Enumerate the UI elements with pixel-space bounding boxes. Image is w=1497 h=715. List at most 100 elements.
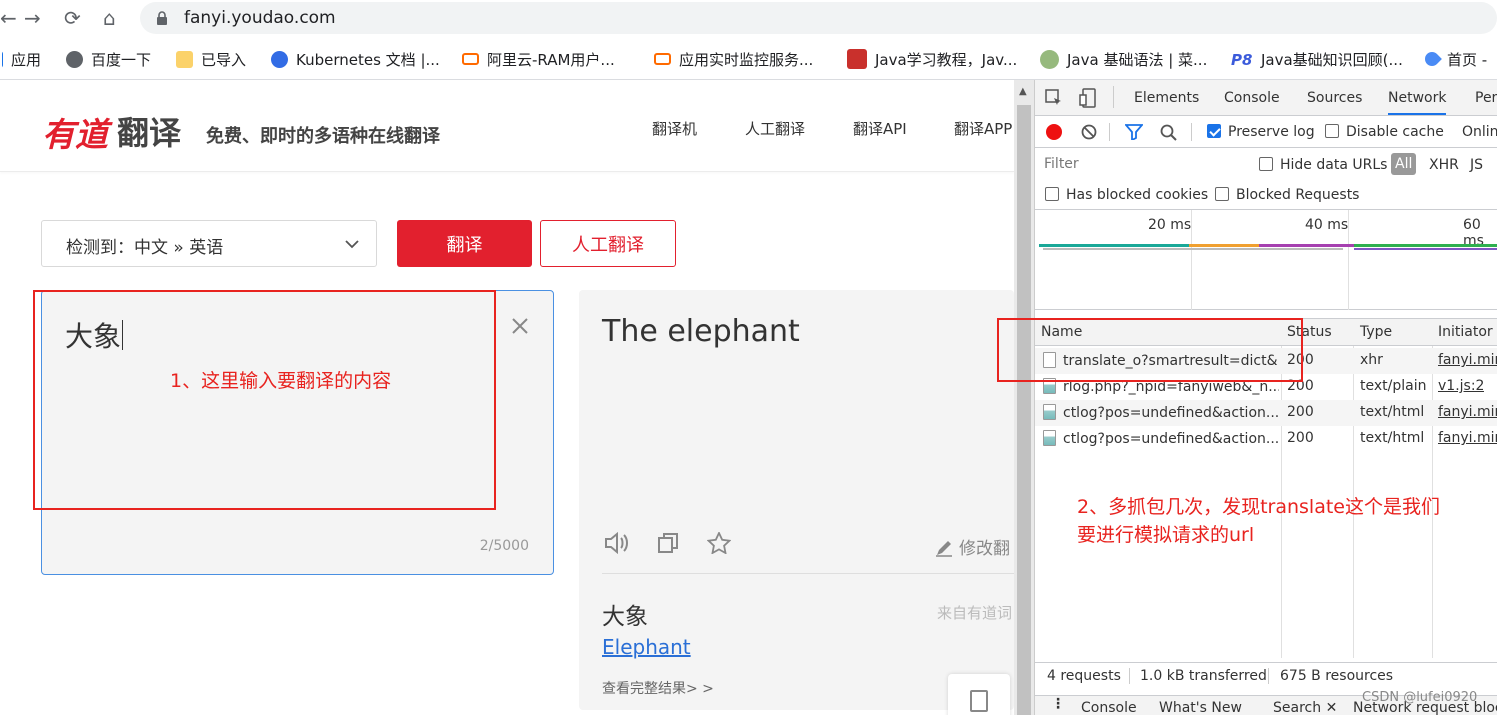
- page-scrollbar[interactable]: ▲: [1014, 80, 1034, 715]
- request-initiator[interactable]: v1.js:2: [1438, 378, 1484, 394]
- tab-elements[interactable]: Elements: [1134, 90, 1199, 106]
- close-icon[interactable]: ✕: [1326, 700, 1338, 715]
- timeline-label: 20 ms: [1148, 217, 1192, 233]
- drawer-tab-whats-new[interactable]: What's New: [1159, 700, 1242, 715]
- divider: [602, 573, 1014, 574]
- star-icon[interactable]: [707, 532, 731, 554]
- divider: [1268, 668, 1269, 684]
- record-icon[interactable]: [1046, 124, 1062, 140]
- more-options-icon[interactable]: ⋮: [1051, 696, 1065, 712]
- divider: [1129, 668, 1130, 684]
- tab-sources[interactable]: Sources: [1307, 90, 1362, 106]
- bookmark-aliyun-ram[interactable]: 阿里云-RAM用户...: [462, 48, 615, 70]
- table-row[interactable]: ctlog?pos=undefined&action... 200 text/h…: [1035, 426, 1497, 452]
- nav-translator-device[interactable]: 翻译机: [652, 118, 697, 139]
- apps-icon: [0, 50, 3, 68]
- annotation-note-2-cont: 要进行模拟请求的url: [1077, 524, 1255, 546]
- timeline-bar: [1043, 248, 1343, 250]
- request-name: ctlog?pos=undefined&action...: [1043, 404, 1279, 421]
- globe-icon: [66, 50, 83, 68]
- nav-human-translation[interactable]: 人工翻译: [745, 118, 805, 139]
- p8-icon: P8: [1231, 50, 1253, 69]
- column-type[interactable]: Type: [1360, 324, 1392, 340]
- bookmark-apps[interactable]: 应用: [0, 48, 41, 70]
- request-type: text/html: [1360, 430, 1425, 446]
- reload-icon[interactable]: ⟳: [64, 6, 81, 30]
- bookmark-java-basics[interactable]: P8 Java基础知识回顾(...: [1231, 48, 1403, 70]
- nav-translation-app[interactable]: 翻译APP: [954, 118, 1012, 139]
- timeline-bar: [1259, 244, 1354, 247]
- bookmark-kubernetes[interactable]: Kubernetes 文档 |...: [271, 48, 440, 70]
- language-select[interactable]: 检测到：中文 » 英语: [41, 220, 377, 267]
- device-toggle-icon[interactable]: [1079, 88, 1097, 108]
- bookmark-java-tutorial[interactable]: Java学习教程，Jav...: [847, 48, 1017, 70]
- forward-icon[interactable]: →: [24, 6, 41, 30]
- url-field[interactable]: fanyi.youdao.com: [140, 2, 1497, 34]
- throttling-select[interactable]: Onlin: [1462, 124, 1497, 140]
- lock-icon: [157, 11, 167, 25]
- preserve-log-checkbox[interactable]: Preserve log: [1207, 124, 1315, 140]
- search-icon[interactable]: [1160, 124, 1177, 141]
- clear-icon[interactable]: [1081, 124, 1097, 140]
- logo[interactable]: 有道: [42, 108, 108, 156]
- request-status: 200: [1287, 430, 1314, 446]
- dictionary-link[interactable]: Elephant: [602, 635, 691, 659]
- has-blocked-cookies-checkbox[interactable]: Has blocked cookies: [1045, 187, 1208, 203]
- nav-translation-api[interactable]: 翻译API: [853, 118, 907, 139]
- aliyun-icon: [462, 53, 479, 65]
- annotation-box-request: [997, 318, 1303, 382]
- translate-button[interactable]: 翻译: [397, 220, 532, 267]
- home-icon[interactable]: ⌂: [103, 6, 116, 30]
- request-initiator[interactable]: fanyi.min: [1438, 352, 1497, 368]
- blocked-requests-checkbox[interactable]: Blocked Requests: [1215, 187, 1359, 203]
- speaker-icon[interactable]: [604, 532, 630, 554]
- feedback-widget[interactable]: [948, 674, 1010, 715]
- filter-js-button[interactable]: JS: [1470, 157, 1483, 173]
- bookmark-runoob[interactable]: Java 基础语法 | 菜...: [1040, 48, 1207, 70]
- bookmark-imported[interactable]: 已导入: [176, 48, 246, 70]
- drawer-tab-console[interactable]: Console: [1081, 700, 1137, 715]
- disable-cache-checkbox[interactable]: Disable cache: [1325, 124, 1444, 140]
- scroll-up-icon[interactable]: ▲: [1019, 86, 1027, 97]
- image-icon: [1043, 404, 1056, 420]
- copy-icon[interactable]: [657, 532, 679, 554]
- aliyun-icon: [654, 53, 671, 65]
- bookmark-baidu[interactable]: 百度一下: [66, 48, 151, 70]
- bookmark-aliyun-monitor[interactable]: 应用实时监控服务...: [654, 48, 813, 70]
- dictionary-source: 来自有道词: [937, 604, 1013, 622]
- filter-icon[interactable]: [1125, 124, 1143, 140]
- edit-translation-button[interactable]: 修改翻: [935, 534, 1010, 559]
- filter-all-button[interactable]: All: [1391, 153, 1417, 175]
- bookmarks-bar: 应用 百度一下 已导入 Kubernetes 文档 |... 阿里云-RAM用户…: [0, 36, 1497, 80]
- filter-bar: Filter Hide data URLs All XHR JS: [1035, 148, 1497, 180]
- network-timeline[interactable]: 20 ms 40 ms 60 ms: [1035, 210, 1497, 310]
- character-count: 2/5000: [479, 538, 529, 554]
- timeline-bar: [1039, 244, 1189, 247]
- filter-xhr-button[interactable]: XHR: [1429, 157, 1459, 173]
- devtools-tabbar: Elements Console Sources Network Perf: [1035, 80, 1497, 116]
- drawer-tab-search[interactable]: Search ✕: [1273, 700, 1337, 715]
- divider: [1109, 123, 1110, 141]
- human-translation-button[interactable]: 人工翻译: [540, 220, 676, 267]
- hide-data-urls-checkbox[interactable]: Hide data URLs: [1259, 157, 1387, 173]
- request-initiator[interactable]: fanyi.min: [1438, 404, 1497, 420]
- view-full-results-link[interactable]: 查看完整结果> >: [602, 678, 714, 698]
- tab-network[interactable]: Network: [1388, 90, 1447, 115]
- checkbox-unchecked: [1045, 187, 1059, 201]
- column-initiator[interactable]: Initiator: [1438, 324, 1493, 340]
- bookmark-home[interactable]: 首页 -: [1422, 48, 1487, 70]
- scrollbar-thumb[interactable]: [1017, 105, 1031, 715]
- tab-performance[interactable]: Perf: [1475, 90, 1497, 106]
- clear-icon[interactable]: [511, 317, 529, 335]
- tab-console[interactable]: Console: [1224, 90, 1280, 106]
- filter-input[interactable]: Filter: [1037, 151, 1242, 177]
- back-icon[interactable]: ←: [0, 6, 17, 30]
- inspect-icon[interactable]: [1045, 89, 1063, 107]
- table-row[interactable]: ctlog?pos=undefined&action... 200 text/h…: [1035, 400, 1497, 426]
- checkbox-unchecked: [1325, 124, 1339, 138]
- site-header: 有道 翻译 免费、即时的多语种在线翻译 翻译机 人工翻译 翻译API 翻译APP: [0, 80, 1014, 172]
- request-initiator[interactable]: fanyi.min: [1438, 430, 1497, 446]
- url-text: fanyi.youdao.com: [184, 8, 336, 28]
- folder-icon: [176, 50, 193, 68]
- translation-text: The elephant: [602, 314, 800, 349]
